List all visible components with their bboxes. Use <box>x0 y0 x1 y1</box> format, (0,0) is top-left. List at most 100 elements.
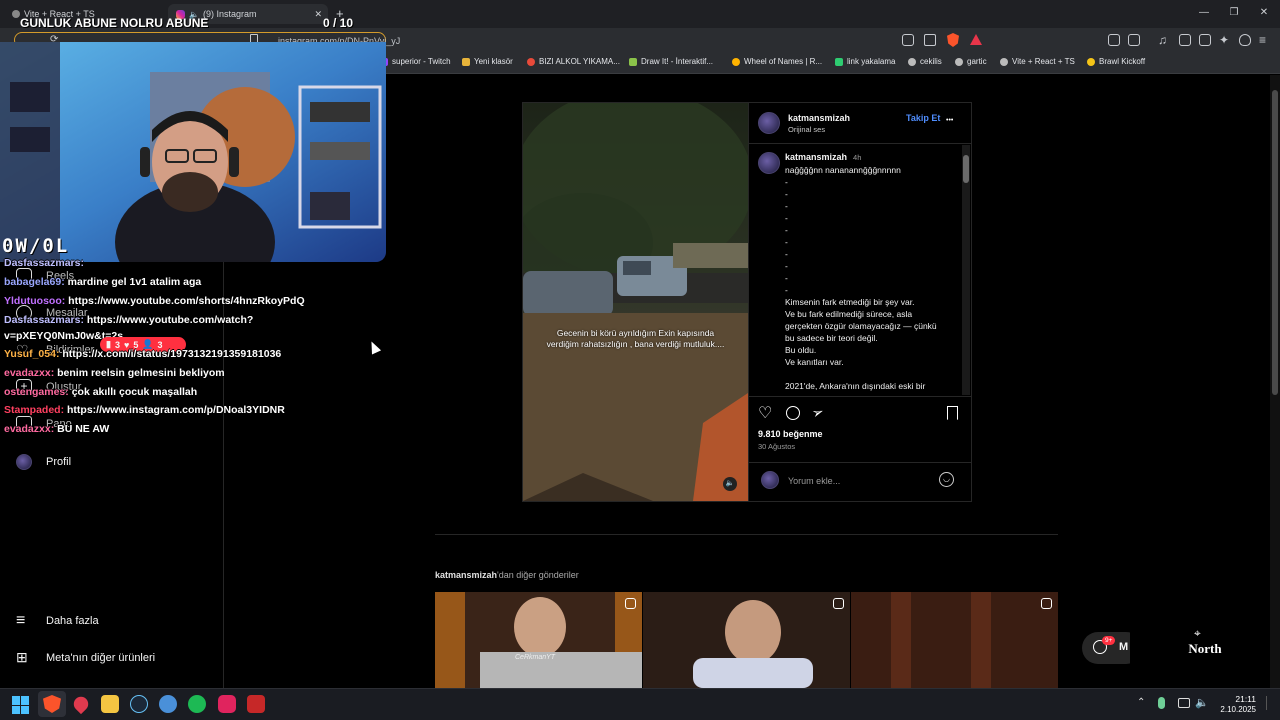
music-icon[interactable]: ♫ <box>1158 33 1167 47</box>
globe-icon <box>908 57 916 66</box>
screenshot-icon[interactable] <box>1128 34 1140 46</box>
chat-message: https://www.youtube.com/watch? <box>86 314 254 326</box>
my-avatar <box>761 471 779 489</box>
bookmark-vite[interactable]: Vite + React + TS <box>1000 57 1075 66</box>
comment-icon[interactable] <box>786 406 800 420</box>
bookmark-drawit[interactable]: Draw It! - İnteraktif... <box>629 57 713 66</box>
bookmark-brawl[interactable]: Brawl Kickoff <box>1087 57 1145 66</box>
caption-line: - <box>785 285 788 295</box>
bookmark-label: Brawl Kickoff <box>1099 57 1146 66</box>
mute-icon[interactable]: 🔈 <box>723 477 737 491</box>
comment-avatar[interactable] <box>758 152 780 174</box>
caption-header: katmansmizah 4h <box>785 152 861 162</box>
bookmark-label: gartic <box>967 57 987 66</box>
like-count[interactable]: 9.810 beğenme <box>758 429 823 439</box>
chat-user: babagela69: <box>4 276 65 288</box>
bookmark-alkol[interactable]: BIZI ALKOL YIKAMA... <box>527 57 620 66</box>
reel-video[interactable]: Gecenin bi körü ayrıldığım Exin kapısınd… <box>523 103 748 501</box>
caption-line: bu sadece bir teori değil. <box>785 333 878 343</box>
follow-button[interactable]: Takip Et <box>906 113 940 123</box>
clock-date[interactable]: 2.10.2025 <box>1208 705 1256 714</box>
app-taskbar-icon[interactable] <box>218 695 236 713</box>
bookmark-link[interactable]: link yakalama <box>835 57 895 66</box>
brave-rewards-icon[interactable] <box>970 34 982 45</box>
close-window-button[interactable]: ✕ <box>1256 6 1272 20</box>
chat-user: Yldutuosoo: <box>4 295 66 307</box>
close-tab-icon[interactable]: ✕ <box>314 9 322 20</box>
file-explorer-icon[interactable] <box>101 695 119 713</box>
sidebar-toggle-icon[interactable] <box>1179 34 1191 46</box>
maximize-button[interactable]: ❐ <box>1226 6 1242 20</box>
caption-line: - <box>785 177 788 187</box>
page-scroll-thumb[interactable] <box>1272 90 1278 395</box>
share-icon[interactable] <box>924 34 936 46</box>
bookmark-wheel[interactable]: Wheel of Names | R... <box>732 57 822 66</box>
bookmark-cekilis[interactable]: cekilis <box>908 57 942 66</box>
volume-icon[interactable]: 🔈 <box>1195 696 1209 709</box>
more-post-thumb-2[interactable] <box>643 592 850 688</box>
more-posts-username[interactable]: katmansmizah <box>435 570 497 580</box>
play-icon <box>835 57 843 66</box>
bookmark-label: Yeni klasör <box>474 57 513 66</box>
menu-icon[interactable]: ≡ <box>1259 33 1266 47</box>
bookmark-twitch[interactable]: superior - Twitch <box>380 57 451 66</box>
leo-ai-icon[interactable]: ✦ <box>1219 33 1229 47</box>
bookmark-folder[interactable]: Yeni klasör <box>462 57 513 66</box>
caption-line <box>785 368 957 380</box>
sidebar-item-label: Profil <box>46 456 72 468</box>
windows-logo-tile <box>12 696 20 705</box>
bookmark-gartic[interactable]: gartic <box>955 57 987 66</box>
chat-message: çok akıllı çocuk maşallah <box>71 386 198 398</box>
bookmark-label: superior - Twitch <box>392 57 451 66</box>
divider <box>749 143 971 144</box>
more-post-thumb-1[interactable]: CeRkmanYT <box>435 592 642 688</box>
sidebar-item-profile[interactable]: Profil <box>16 454 71 470</box>
app-taskbar-icon[interactable] <box>247 695 265 713</box>
network-icon[interactable] <box>1178 698 1190 708</box>
caption-scroll-thumb[interactable] <box>963 155 969 183</box>
clock-time[interactable]: 21:11 <box>1212 694 1256 704</box>
extensions-icon[interactable] <box>1108 34 1120 46</box>
caption-line: - <box>785 189 788 199</box>
cast-icon[interactable] <box>902 34 914 46</box>
audio-label[interactable]: Orijinal ses <box>788 125 825 134</box>
minimize-button[interactable]: — <box>1196 6 1212 20</box>
thumb-image <box>643 592 850 688</box>
site-icon <box>732 57 740 66</box>
like-icon[interactable]: ♡ <box>758 403 772 423</box>
tray-chevron-icon[interactable]: ⌃ <box>1137 697 1145 708</box>
windows-logo-tile <box>21 705 29 714</box>
globe-icon <box>1000 57 1008 66</box>
chat-user: Yusuf_054: <box>4 348 60 360</box>
vpn-icon[interactable] <box>1239 34 1251 46</box>
chat-user: ostengames: <box>4 386 69 398</box>
brand-watermark: 0W/0L <box>2 235 70 257</box>
divider <box>749 462 971 463</box>
tab-favicon-icon <box>12 10 20 18</box>
app-taskbar-icon[interactable] <box>159 695 177 713</box>
chat-line: babagela69: mardine gel 1v1 atalim aga <box>4 276 201 288</box>
caption-line: Ve bu fark edilmediği sürece, asla <box>785 309 913 319</box>
microphone-icon[interactable] <box>1158 697 1165 709</box>
spotify-icon[interactable] <box>188 695 206 713</box>
wallet-icon[interactable] <box>1199 34 1211 46</box>
sidebar-meta-products[interactable]: ⊞ Meta'nın diğer ürünleri <box>16 649 155 666</box>
caption-line: - <box>785 225 788 235</box>
emoji-icon[interactable]: ◡ <box>939 472 954 487</box>
author-avatar[interactable] <box>758 112 780 134</box>
start-button[interactable] <box>12 696 30 714</box>
chat-message: BU NE AW <box>57 423 110 435</box>
caption-scrollbar[interactable] <box>962 145 970 395</box>
caption-line: Ve kanıtları var. <box>785 357 844 367</box>
author-username[interactable]: katmansmizah <box>788 113 850 123</box>
sidebar-meta-label: Meta'nın diğer ürünleri <box>46 651 156 664</box>
caption-username[interactable]: katmansmizah <box>785 152 847 162</box>
more-post-thumb-3[interactable] <box>851 592 1058 688</box>
show-desktop-button[interactable] <box>1266 696 1274 710</box>
sidebar-more[interactable]: ≡ Daha fazla <box>16 612 99 630</box>
steam-icon[interactable] <box>130 695 148 713</box>
bookmark-label: link yakalama <box>847 57 896 66</box>
caption-line: - <box>785 273 788 283</box>
more-options-icon[interactable]: ••• <box>946 117 953 124</box>
comment-input[interactable]: Yorum ekle... <box>788 476 840 486</box>
